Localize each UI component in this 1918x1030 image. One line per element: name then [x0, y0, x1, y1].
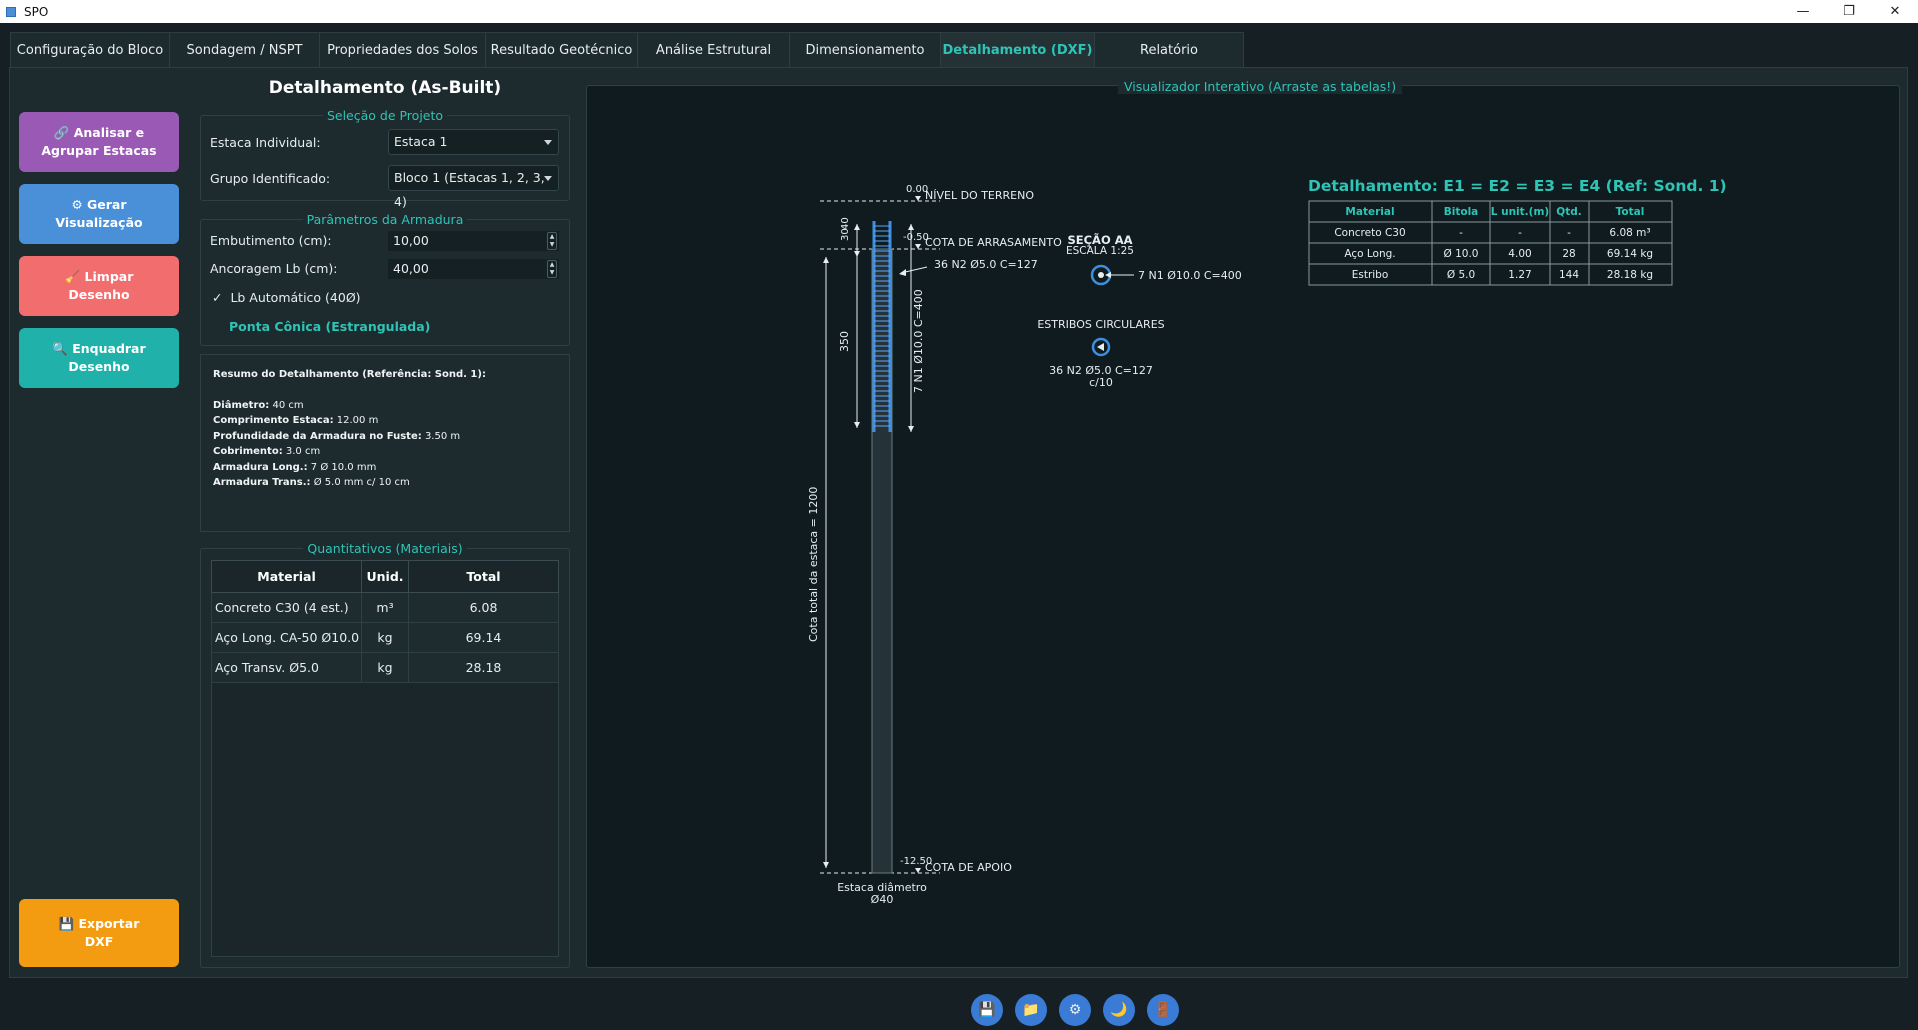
table-cell: 69.14 kg — [1607, 248, 1653, 260]
table-cell: Estribo — [1352, 269, 1389, 281]
drawing-canvas[interactable]: 0.00 NÍVEL DO TERRENO -0.50 COTA DE ARRA… — [0, 0, 1918, 1030]
stirrups — [874, 225, 890, 427]
table-cell: 28.18 kg — [1607, 269, 1653, 281]
exit-icon: 🚪 — [1154, 1002, 1172, 1018]
arrow-icon — [823, 862, 829, 868]
gear-icon: ⚙ — [1068, 1002, 1082, 1018]
table-cell: - — [1567, 227, 1571, 239]
level-marker-icon — [915, 868, 921, 873]
estaca-diametro-value: Ø40 — [871, 893, 894, 906]
nivel-terreno-label: NÍVEL DO TERRENO — [925, 189, 1034, 202]
arrow-icon — [908, 426, 914, 432]
table-cell: 6.08 m³ — [1609, 227, 1650, 239]
detalhamento-title: Detalhamento: E1 = E2 = E3 = E4 (Ref: So… — [1308, 177, 1727, 195]
save-icon[interactable]: 💾 — [971, 994, 1003, 1026]
table-cell: Ø 10.0 — [1444, 248, 1479, 260]
table-cell: 144 — [1559, 269, 1579, 281]
column-header: Material — [1345, 206, 1394, 218]
dim-40: 40 — [840, 217, 851, 230]
long-bar-label: 7 N1 Ø10.0 C=400 — [912, 289, 925, 393]
table-cell: 28 — [1562, 248, 1575, 260]
arrow-icon — [908, 224, 914, 230]
column-header: L unit.(m) — [1491, 206, 1549, 218]
secao-center-icon — [1098, 272, 1104, 278]
table-cell: Concreto C30 — [1334, 227, 1405, 239]
table-cell: - — [1459, 227, 1463, 239]
arrow-icon — [854, 251, 860, 257]
column-header: Bitola — [1444, 206, 1479, 218]
moon-icon: 🌙 — [1110, 1002, 1128, 1018]
moon-icon[interactable]: 🌙 — [1103, 994, 1135, 1026]
dim-total: Cota total da estaca = 1200 — [807, 487, 820, 642]
column-header: Total — [1616, 206, 1645, 218]
cota-arrasamento-label: COTA DE ARRASAMENTO — [925, 236, 1062, 249]
secao-bar-label: 7 N1 Ø10.0 C=400 — [1138, 269, 1242, 282]
gear-icon[interactable]: ⚙ — [1059, 994, 1091, 1026]
arrow-icon — [823, 257, 829, 263]
estribos-c-label: c/10 — [1089, 376, 1113, 389]
detalhamento-table[interactable]: Detalhamento: E1 = E2 = E3 = E4 (Ref: So… — [1308, 177, 1727, 286]
cota-apoio-label: COTA DE APOIO — [925, 861, 1012, 874]
folder-icon: 📁 — [1022, 1002, 1040, 1018]
arrow-icon — [1097, 343, 1104, 351]
folder-icon[interactable]: 📁 — [1015, 994, 1047, 1026]
estribos-title: ESTRIBOS CIRCULARES — [1037, 318, 1164, 331]
table-cell: - — [1518, 227, 1522, 239]
column-header: Qtd. — [1556, 206, 1581, 218]
secao-escala: ESCALA 1:25 — [1066, 245, 1134, 257]
table-cell: 4.00 — [1508, 248, 1531, 260]
table-cell: 1.27 — [1508, 269, 1531, 281]
save-icon: 💾 — [978, 1002, 996, 1018]
arrow-icon — [899, 269, 906, 276]
dim-350: 350 — [838, 331, 851, 352]
level-marker-icon — [915, 244, 921, 249]
arrow-icon — [854, 224, 860, 230]
table-cell: Ø 5.0 — [1447, 269, 1475, 281]
arrow-icon — [1105, 272, 1111, 278]
level-marker-icon — [915, 196, 921, 201]
bottom-toolbar — [0, 988, 1918, 1030]
arrow-icon — [854, 422, 860, 428]
table-cell: Aço Long. — [1344, 248, 1395, 260]
exit-icon[interactable]: 🚪 — [1147, 994, 1179, 1026]
n2-label: 36 N2 Ø5.0 C=127 — [934, 258, 1038, 271]
